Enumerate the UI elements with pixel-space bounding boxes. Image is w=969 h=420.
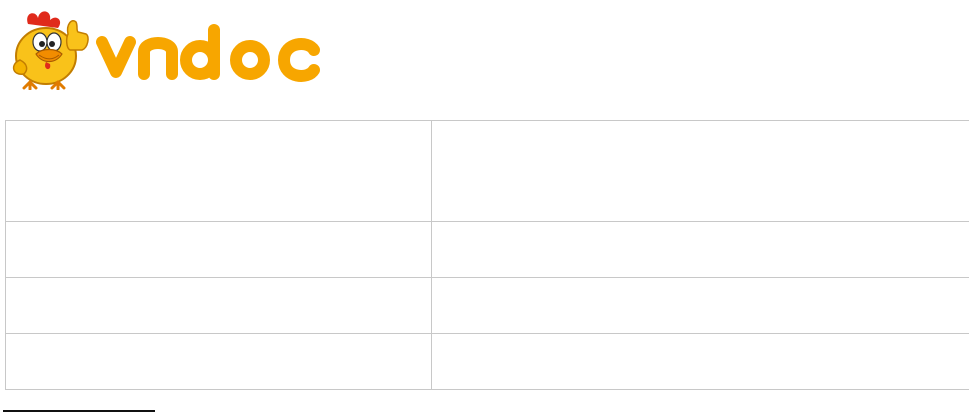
vndoc-wordmark	[96, 24, 320, 82]
table-cell	[431, 120, 969, 222]
table-row	[5, 333, 969, 390]
table-row	[5, 221, 969, 278]
table-cell	[5, 277, 432, 334]
table-cell	[431, 221, 969, 278]
vndoc-logo[interactable]	[6, 4, 336, 90]
vndoc-logo-graphic	[12, 11, 320, 90]
table-row	[5, 120, 969, 222]
table-cell	[5, 333, 432, 390]
table-cell	[431, 277, 969, 334]
table-cell	[431, 333, 969, 390]
table-cell	[5, 120, 432, 222]
table-row	[5, 277, 969, 334]
table-cell	[5, 221, 432, 278]
page-header	[0, 0, 969, 100]
document-table	[5, 120, 969, 390]
footnote-separator	[3, 410, 155, 412]
chicken-mascot-icon	[12, 11, 89, 90]
